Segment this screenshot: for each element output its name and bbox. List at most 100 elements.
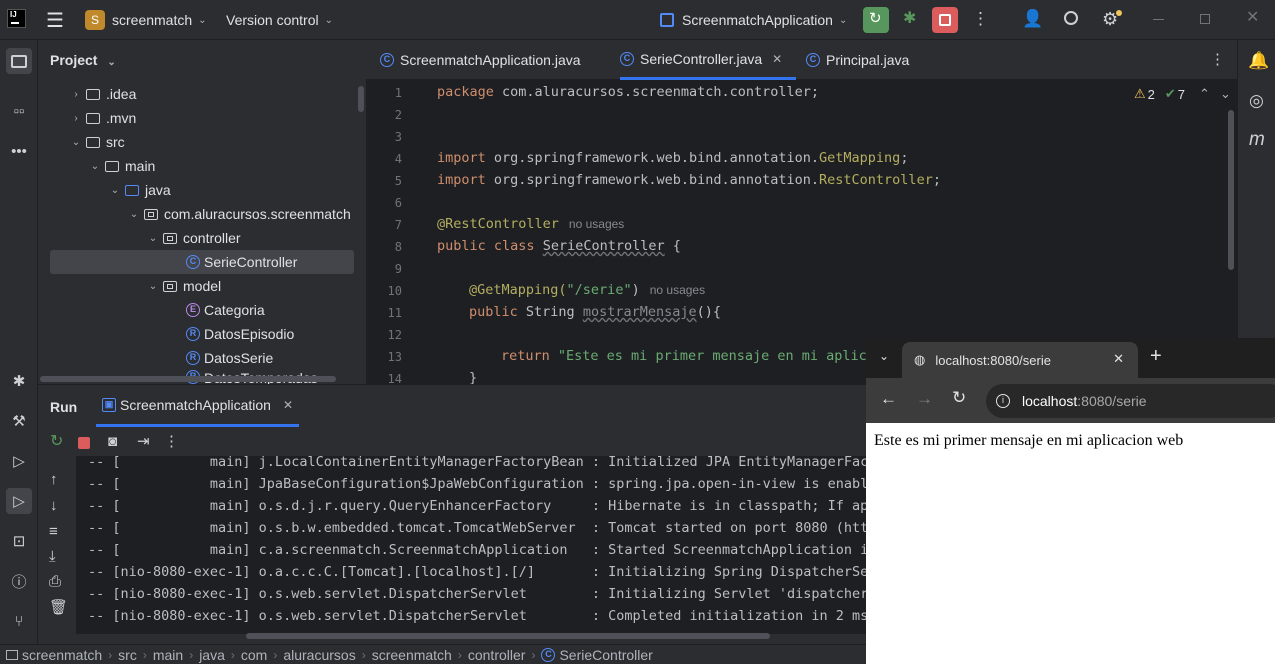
browser-tab-active[interactable]: ◍ localhost:8080/serie ✕ <box>902 342 1138 378</box>
intellij-logo-icon[interactable]: IJ <box>7 9 26 28</box>
tab-search-button[interactable]: ⌄ <box>879 349 889 363</box>
more-tools-button[interactable]: ••• <box>6 138 32 164</box>
tab-seriecontroller[interactable]: C SerieController.java ✕ <box>620 40 796 80</box>
tree-item-categoria[interactable]: E Categoria <box>186 298 265 322</box>
new-tab-button[interactable]: + <box>1150 346 1162 366</box>
git-tool-button[interactable]: ⑂ <box>6 608 32 634</box>
code-line-14: } <box>469 370 478 384</box>
soft-wrap-icon[interactable]: ≡ <box>49 524 58 539</box>
breadcrumb-item[interactable]: main <box>153 647 183 663</box>
scroll-to-end-icon[interactable]: ⤓ <box>49 549 56 564</box>
address-bar[interactable]: i localhost:8080/serie <box>986 384 1275 418</box>
browser-tab-title: localhost:8080/serie <box>935 352 1051 368</box>
tree-horizontal-scrollbar[interactable] <box>40 376 336 382</box>
more-actions-icon[interactable]: ⋮ <box>972 10 989 27</box>
run-tool-button[interactable]: ▷ <box>6 488 32 514</box>
run-tab-label: ScreenmatchApplication <box>120 396 271 413</box>
chevron-up-icon[interactable]: ⌃ <box>1199 86 1210 102</box>
usages-hint[interactable]: no usages <box>650 283 705 297</box>
add-user-icon[interactable]: 👤 <box>1022 10 1043 27</box>
line-number: 12 <box>387 328 402 342</box>
ai-assistant-icon[interactable]: ◎ <box>1249 92 1264 109</box>
annotation-token: @RestController <box>437 216 559 232</box>
problems-tool-button[interactable]: ⓘ <box>6 568 32 594</box>
tree-item-datosepisodio[interactable]: R DatosEpisodio <box>186 322 294 346</box>
main-menu-button[interactable]: ☰ <box>46 0 64 40</box>
trash-icon[interactable]: 🗑 <box>49 600 68 615</box>
rerun-button[interactable]: ↻ <box>863 7 889 33</box>
tab-options-icon[interactable]: ⋮ <box>1210 52 1225 67</box>
exit-icon[interactable]: ⇥ <box>137 434 150 449</box>
camera-icon[interactable]: ◙ <box>108 434 117 449</box>
more-options-icon[interactable]: ⋮ <box>164 434 179 449</box>
vcs-menu[interactable]: Version control ⌄ <box>226 0 333 40</box>
editor-scrollbar[interactable] <box>1228 110 1234 270</box>
tree-item-java[interactable]: ⌄ java <box>109 178 171 202</box>
debug-tool-button[interactable]: ✱ <box>6 368 32 394</box>
breadcrumb-item[interactable]: com <box>241 647 267 663</box>
globe-icon: ◍ <box>914 352 926 367</box>
rerun-icon[interactable]: ↻ <box>50 434 63 450</box>
chevron-right-icon: › <box>108 647 113 662</box>
maximize-button[interactable] <box>1200 14 1210 24</box>
tree-item-main[interactable]: ⌄ main <box>89 154 156 178</box>
tab-screenmatchapplication[interactable]: C ScreenmatchApplication.java <box>380 40 581 80</box>
project-tool-button[interactable] <box>6 48 32 74</box>
tree-item-controller[interactable]: ⌄ controller <box>147 226 241 250</box>
tree-item-label: DatosEpisodio <box>204 326 295 342</box>
project-name: screenmatch <box>112 12 193 28</box>
breadcrumb-item[interactable]: screenmatch <box>22 647 102 663</box>
line-number: 7 <box>394 218 402 232</box>
minimize-button[interactable] <box>1153 19 1164 20</box>
maven-icon[interactable]: m <box>1249 130 1265 149</box>
console-horizontal-scrollbar[interactable] <box>246 633 770 639</box>
close-tab-icon[interactable]: ✕ <box>283 398 293 412</box>
breadcrumb-item[interactable]: java <box>199 647 225 663</box>
line-number: 5 <box>394 174 402 188</box>
run-config-selector[interactable]: ScreenmatchApplication ⌄ <box>660 0 847 40</box>
run-tab[interactable]: ▣ ScreenmatchApplication ✕ <box>96 385 300 427</box>
structure-tool-button[interactable]: ▫▫ <box>6 98 32 124</box>
close-window-button[interactable]: ✕ <box>1246 10 1259 26</box>
stop-button[interactable] <box>932 7 958 33</box>
arrow-up-icon[interactable]: ↑ <box>50 472 58 487</box>
tree-item-base-package[interactable]: ⌄ com.aluracursos.screenmatch <box>128 202 351 226</box>
breadcrumb-item[interactable]: controller <box>468 647 526 663</box>
breadcrumb-item[interactable]: aluracursos <box>283 647 355 663</box>
tree-item-seriecontroller[interactable]: C SerieController <box>50 250 354 274</box>
notifications-bell-icon[interactable]: 🔔 <box>1248 52 1269 69</box>
tree-scrollbar[interactable] <box>358 86 364 112</box>
chevron-down-icon[interactable]: ⌄ <box>1220 86 1231 102</box>
app-icon: ▣ <box>102 397 116 412</box>
tree-item-mvn[interactable]: › .mvn <box>70 106 136 130</box>
usages-hint[interactable]: no usages <box>569 217 624 231</box>
close-tab-icon[interactable]: ✕ <box>1113 351 1124 367</box>
inspection-widget[interactable]: ⚠ 2 ✔ 7 ⌃ ⌄ <box>1134 86 1231 102</box>
forward-arrow-icon[interactable]: → <box>916 389 933 409</box>
back-arrow-icon[interactable]: ← <box>880 389 897 409</box>
chevron-right-icon: › <box>74 112 78 124</box>
debug-button[interactable]: ✱ <box>898 7 924 33</box>
site-info-icon[interactable]: i <box>996 394 1010 408</box>
breadcrumb-item[interactable]: SerieController <box>559 647 652 663</box>
close-tab-icon[interactable]: ✕ <box>772 52 782 66</box>
tree-item-model[interactable]: ⌄ model <box>147 274 221 298</box>
project-switcher[interactable]: S screenmatch ⌄ <box>85 0 207 40</box>
tree-item-label: src <box>106 134 125 150</box>
tree-item-idea[interactable]: › .idea <box>70 82 136 106</box>
breadcrumb-item[interactable]: src <box>118 647 137 663</box>
print-icon[interactable]: ⎙ <box>49 574 61 589</box>
reload-icon[interactable]: ↻ <box>952 388 966 408</box>
stop-icon[interactable] <box>78 437 90 449</box>
console-output[interactable]: -- [ main] j.LocalContainerEntityManager… <box>76 456 866 634</box>
search-icon[interactable] <box>1064 11 1078 25</box>
tab-principal[interactable]: C Principal.java <box>806 40 909 80</box>
arrow-down-icon[interactable]: ↓ <box>50 498 58 513</box>
terminal-tool-button[interactable]: ⊡ <box>6 528 32 554</box>
build-tool-button[interactable]: ⚒ <box>6 408 32 434</box>
breadcrumb-item[interactable]: screenmatch <box>372 647 452 663</box>
tree-item-src[interactable]: ⌄ src <box>70 130 125 154</box>
services-tool-button[interactable]: ▷ <box>6 448 32 474</box>
tree-item-datosserie[interactable]: R DatosSerie <box>186 346 273 370</box>
project-panel-title[interactable]: Project ⌄ <box>50 52 116 68</box>
